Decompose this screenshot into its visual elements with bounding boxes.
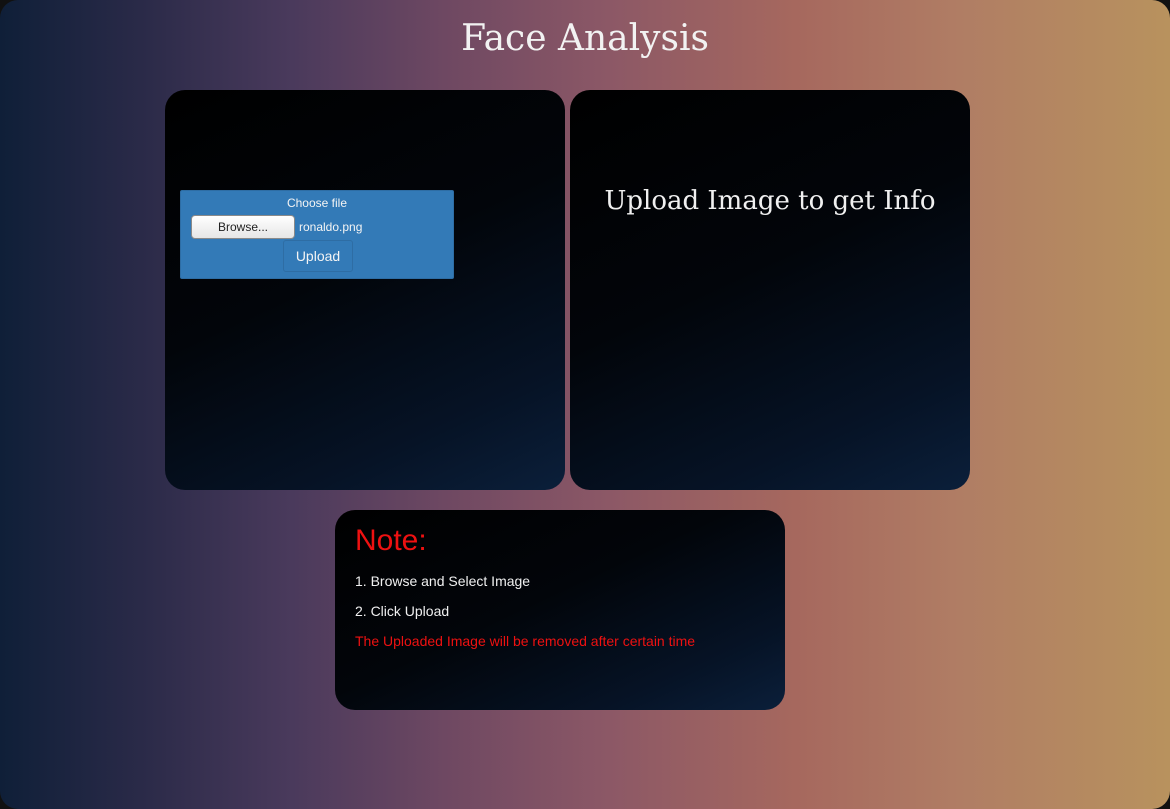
selected-file-name: ronaldo.png	[299, 220, 363, 234]
note-panel: Note: 1. Browse and Select Image 2. Clic…	[335, 510, 785, 710]
upload-button[interactable]: Upload	[283, 240, 353, 272]
upload-form: Choose file Browse... ronaldo.png Upload	[180, 190, 454, 279]
note-step: 2. Click Upload	[355, 603, 450, 619]
note-step: 1. Browse and Select Image	[355, 573, 531, 589]
info-panel: Upload Image to get Info	[570, 90, 970, 490]
upload-panel: Choose file Browse... ronaldo.png Upload	[165, 90, 565, 490]
note-warning: The Uploaded Image will be removed after…	[355, 633, 696, 649]
page-background: Face Analysis Choose file Browse... rona…	[0, 0, 1170, 809]
page-title: Face Analysis	[461, 18, 709, 59]
browse-button[interactable]: Browse...	[191, 215, 295, 239]
info-message: Upload Image to get Info	[604, 186, 936, 216]
note-heading: Note:	[355, 524, 427, 557]
choose-file-label: Choose file	[286, 196, 348, 210]
